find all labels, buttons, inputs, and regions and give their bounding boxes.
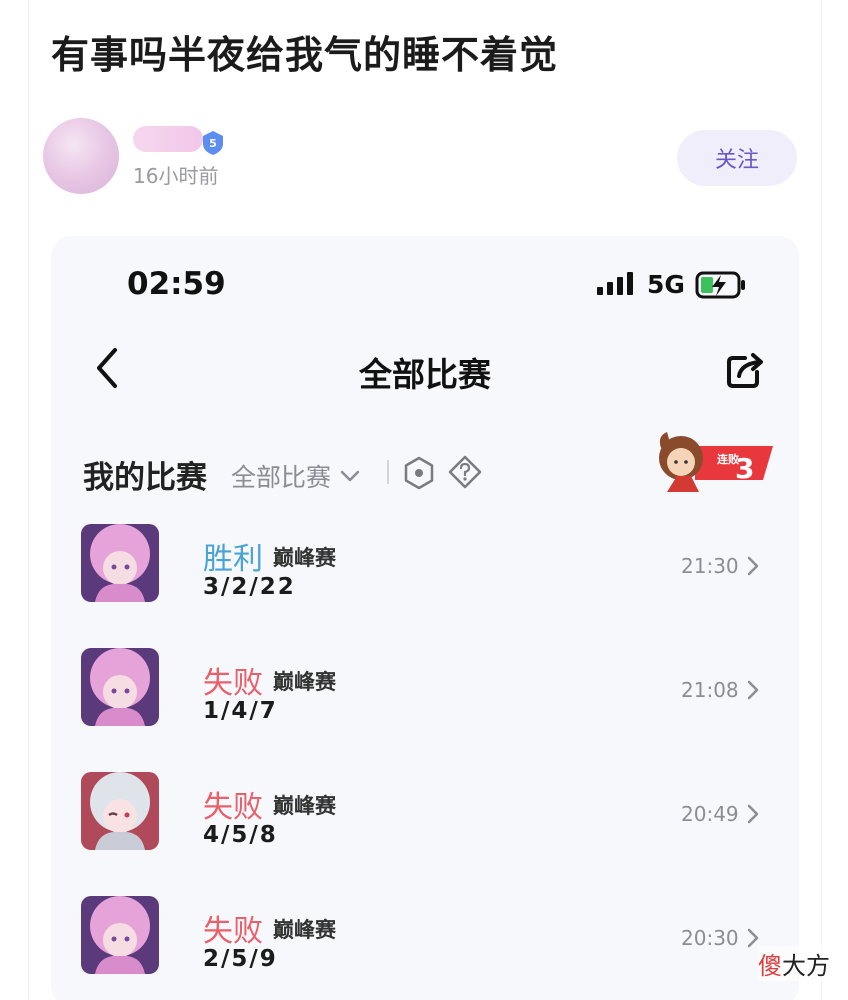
post-title: 有事吗半夜给我气的睡不着觉 (51, 33, 559, 77)
chevron-down-icon (340, 470, 360, 482)
signal-icon (597, 272, 633, 295)
author-name-blurred[interactable] (133, 126, 203, 152)
match-mode: 巅峰赛 (273, 670, 336, 694)
match-filter-dropdown[interactable]: 全部比赛 (231, 458, 361, 494)
share-icon[interactable] (725, 350, 767, 390)
match-mode: 巅峰赛 (273, 794, 336, 818)
network-label: 5G (647, 270, 685, 299)
nav-title: 全部比赛 (359, 355, 491, 394)
match-result: 失败 (203, 666, 263, 701)
match-kda: 3/2/22 (203, 574, 296, 600)
match-time: 21:08 (681, 678, 739, 702)
embedded-screenshot[interactable]: 02:59 5G 全部比赛 我的比赛 全部比赛 连败 3 胜利 巅峰赛 3/2/… (51, 236, 799, 1000)
post-card: 有事吗半夜给我气的睡不着觉 5 16小时前 关注 02:59 5G 全部比赛 我… (28, 0, 822, 1000)
match-kda: 4/5/8 (203, 822, 278, 848)
match-mode: 巅峰赛 (273, 546, 336, 570)
watermark-brand: 傻 (758, 952, 782, 980)
chevron-right-icon (747, 556, 759, 576)
match-time: 20:30 (681, 926, 739, 950)
author-avatar[interactable] (43, 118, 119, 194)
status-time: 02:59 (127, 266, 226, 302)
hero-avatar-image (81, 648, 159, 726)
hero-avatar-image (81, 772, 159, 850)
match-row[interactable]: 失败 巅峰赛 4/5/8 20:49 (51, 772, 799, 872)
level-number: 5 (209, 136, 217, 150)
streak-count: 3 (735, 452, 755, 485)
chevron-right-icon (747, 804, 759, 824)
chevron-right-icon (747, 680, 759, 700)
filter-divider (387, 460, 389, 484)
match-time: 20:49 (681, 802, 739, 826)
match-row[interactable]: 失败 巅峰赛 1/4/7 21:08 (51, 648, 799, 748)
match-row[interactable]: 胜利 巅峰赛 3/2/22 21:30 (51, 524, 799, 624)
match-result: 失败 (203, 790, 263, 825)
section-title: 我的比赛 (83, 460, 207, 496)
battery-charging-icon (695, 271, 745, 299)
filter-label: 全部比赛 (231, 463, 332, 492)
hero-avatar-image (81, 524, 159, 602)
losing-streak-badge (659, 432, 773, 492)
hexagon-icon[interactable] (403, 456, 435, 490)
help-icon[interactable] (447, 454, 483, 490)
level-badge: 5 (201, 130, 225, 156)
match-row[interactable]: 失败 巅峰赛 2/5/9 20:30 (51, 896, 799, 996)
match-mode: 巅峰赛 (273, 918, 336, 942)
match-result: 胜利 (203, 542, 263, 577)
match-result: 失败 (203, 914, 263, 949)
match-kda: 1/4/7 (203, 698, 278, 724)
watermark: 傻大方 (758, 946, 830, 981)
match-time: 21:30 (681, 554, 739, 578)
hero-avatar-image (81, 896, 159, 974)
post-time: 16小时前 (133, 164, 219, 188)
match-kda: 2/5/9 (203, 946, 278, 972)
watermark-text: 大方 (782, 952, 830, 980)
follow-button[interactable]: 关注 (677, 130, 797, 186)
